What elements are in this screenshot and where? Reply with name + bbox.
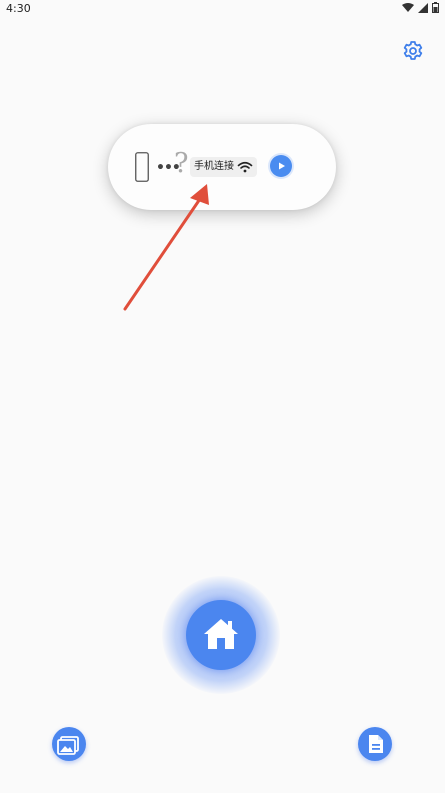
status-bar: 4:30 xyxy=(0,0,445,18)
unknown-device-mark: ? xyxy=(174,148,189,179)
home-icon xyxy=(204,619,238,649)
wifi-icon xyxy=(402,2,414,12)
play-icon xyxy=(279,162,285,170)
connection-widget: ••• ? 手机连接 xyxy=(108,124,336,210)
signal-icon xyxy=(418,2,428,13)
play-button[interactable] xyxy=(270,155,292,177)
battery-icon xyxy=(432,2,439,13)
image-gallery-icon xyxy=(57,736,79,755)
settings-button[interactable] xyxy=(401,39,425,63)
document-button[interactable] xyxy=(358,727,392,761)
gallery-button[interactable] xyxy=(52,727,86,761)
document-icon xyxy=(369,735,383,753)
status-icons xyxy=(402,2,439,13)
phone-connect-chip[interactable]: 手机连接 xyxy=(190,157,257,177)
wifi-icon xyxy=(237,161,253,173)
status-time: 4:30 xyxy=(6,2,31,15)
phone-outline-icon xyxy=(135,152,149,182)
home-button[interactable] xyxy=(186,600,256,670)
phone-connect-label: 手机连接 xyxy=(194,161,234,172)
gear-icon xyxy=(403,41,423,60)
